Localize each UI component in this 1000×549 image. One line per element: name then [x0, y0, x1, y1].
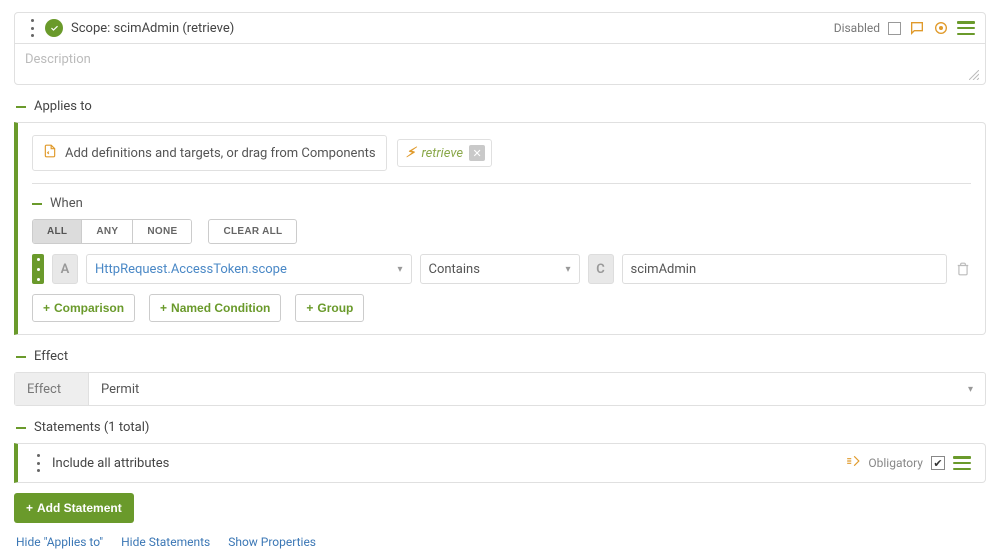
when-heading: When	[50, 196, 83, 211]
card-header: Scope: scimAdmin (retrieve) Disabled	[15, 13, 985, 44]
effect-select[interactable]: Permit ▾	[89, 373, 985, 405]
chevron-down-icon: ▾	[565, 264, 570, 275]
divider	[32, 183, 971, 184]
clear-all-button[interactable]: CLEAR ALL	[208, 219, 297, 244]
add-definitions-button[interactable]: Add definitions and targets, or drag fro…	[32, 135, 387, 171]
description-textarea[interactable]	[15, 44, 985, 80]
collapse-icon[interactable]	[32, 203, 42, 205]
obligatory-checkbox[interactable]: ✔	[931, 456, 945, 470]
add-statement-button[interactable]: Add Statement	[14, 493, 134, 523]
effect-label: Effect	[15, 373, 89, 405]
operator-value: Contains	[429, 262, 480, 277]
logic-none-button[interactable]: NONE	[133, 220, 191, 243]
applies-to-chip: ⚡︎ retrieve ✕	[397, 139, 492, 167]
statements-header: Statements (1 total)	[14, 420, 986, 435]
effect-row: Effect Permit ▾	[14, 372, 986, 406]
show-properties-link[interactable]: Show Properties	[228, 535, 316, 549]
collapse-icon[interactable]	[16, 106, 26, 108]
definitions-row: Add definitions and targets, or drag fro…	[32, 135, 971, 171]
statement-item: Include all attributes Obligatory ✔	[14, 443, 986, 483]
left-type-badge[interactable]: A	[52, 254, 78, 284]
scope-card: Scope: scimAdmin (retrieve) Disabled	[14, 12, 986, 85]
disabled-checkbox[interactable]	[888, 22, 901, 35]
drag-handle-icon[interactable]	[32, 454, 44, 472]
when-controls: ALL ANY NONE CLEAR ALL	[32, 219, 971, 244]
statement-title: Include all attributes	[52, 456, 169, 471]
footer-links: Hide "Applies to" Hide Statements Show P…	[14, 535, 986, 549]
effect-value: Permit	[101, 382, 139, 397]
chevron-down-icon: ▾	[968, 384, 973, 395]
condition-row: A HttpRequest.AccessToken.scope ▾ Contai…	[32, 254, 971, 284]
lightning-icon: ⚡︎	[406, 145, 416, 161]
menu-icon[interactable]	[953, 456, 971, 470]
applies-to-heading: Applies to	[34, 99, 92, 114]
value-input[interactable]: scimAdmin	[622, 254, 948, 284]
drag-handle-icon[interactable]	[25, 19, 39, 37]
collapse-icon[interactable]	[16, 356, 26, 358]
disabled-label: Disabled	[834, 21, 880, 35]
applies-to-panel: Add definitions and targets, or drag fro…	[14, 122, 986, 335]
description-area	[15, 44, 985, 84]
obligatory-label: Obligatory	[868, 456, 923, 470]
when-add-row: Comparison Named Condition Group	[32, 294, 971, 322]
add-definitions-label: Add definitions and targets, or drag fro…	[65, 146, 376, 161]
header-actions: Disabled	[834, 20, 975, 36]
logic-all-button[interactable]: ALL	[33, 220, 82, 243]
menu-icon[interactable]	[957, 21, 975, 35]
card-title: Scope: scimAdmin (retrieve)	[71, 21, 234, 36]
document-icon	[43, 143, 57, 163]
comment-icon[interactable]	[909, 20, 925, 36]
delete-condition-icon[interactable]	[955, 254, 971, 284]
add-group-button[interactable]: Group	[295, 294, 364, 322]
condition-drag-handle-icon[interactable]	[32, 254, 44, 284]
applies-to-header: Applies to	[14, 99, 986, 114]
obligatory-icon	[846, 454, 860, 472]
right-type-badge[interactable]: C	[588, 254, 614, 284]
logic-segmented: ALL ANY NONE	[32, 219, 192, 244]
attribute-select[interactable]: HttpRequest.AccessToken.scope ▾	[86, 254, 412, 284]
chip-label: retrieve	[421, 146, 463, 161]
add-comparison-button[interactable]: Comparison	[32, 294, 135, 322]
statements-heading: Statements (1 total)	[34, 420, 149, 435]
chip-remove-icon[interactable]: ✕	[469, 145, 485, 161]
operator-select[interactable]: Contains ▾	[420, 254, 580, 284]
when-header: When	[32, 196, 971, 211]
hide-applies-link[interactable]: Hide "Applies to"	[16, 535, 103, 549]
attribute-token: HttpRequest.AccessToken.scope	[95, 262, 287, 277]
chevron-down-icon: ▾	[397, 264, 402, 275]
target-icon[interactable]	[933, 20, 949, 36]
collapse-icon[interactable]	[16, 427, 26, 429]
effect-heading: Effect	[34, 349, 68, 364]
checkmark-icon	[45, 19, 63, 37]
effect-header: Effect	[14, 349, 986, 364]
statement-actions: Obligatory ✔	[846, 454, 971, 472]
value-text: scimAdmin	[631, 262, 697, 277]
add-named-condition-button[interactable]: Named Condition	[149, 294, 281, 322]
logic-any-button[interactable]: ANY	[82, 220, 133, 243]
hide-statements-link[interactable]: Hide Statements	[121, 535, 210, 549]
